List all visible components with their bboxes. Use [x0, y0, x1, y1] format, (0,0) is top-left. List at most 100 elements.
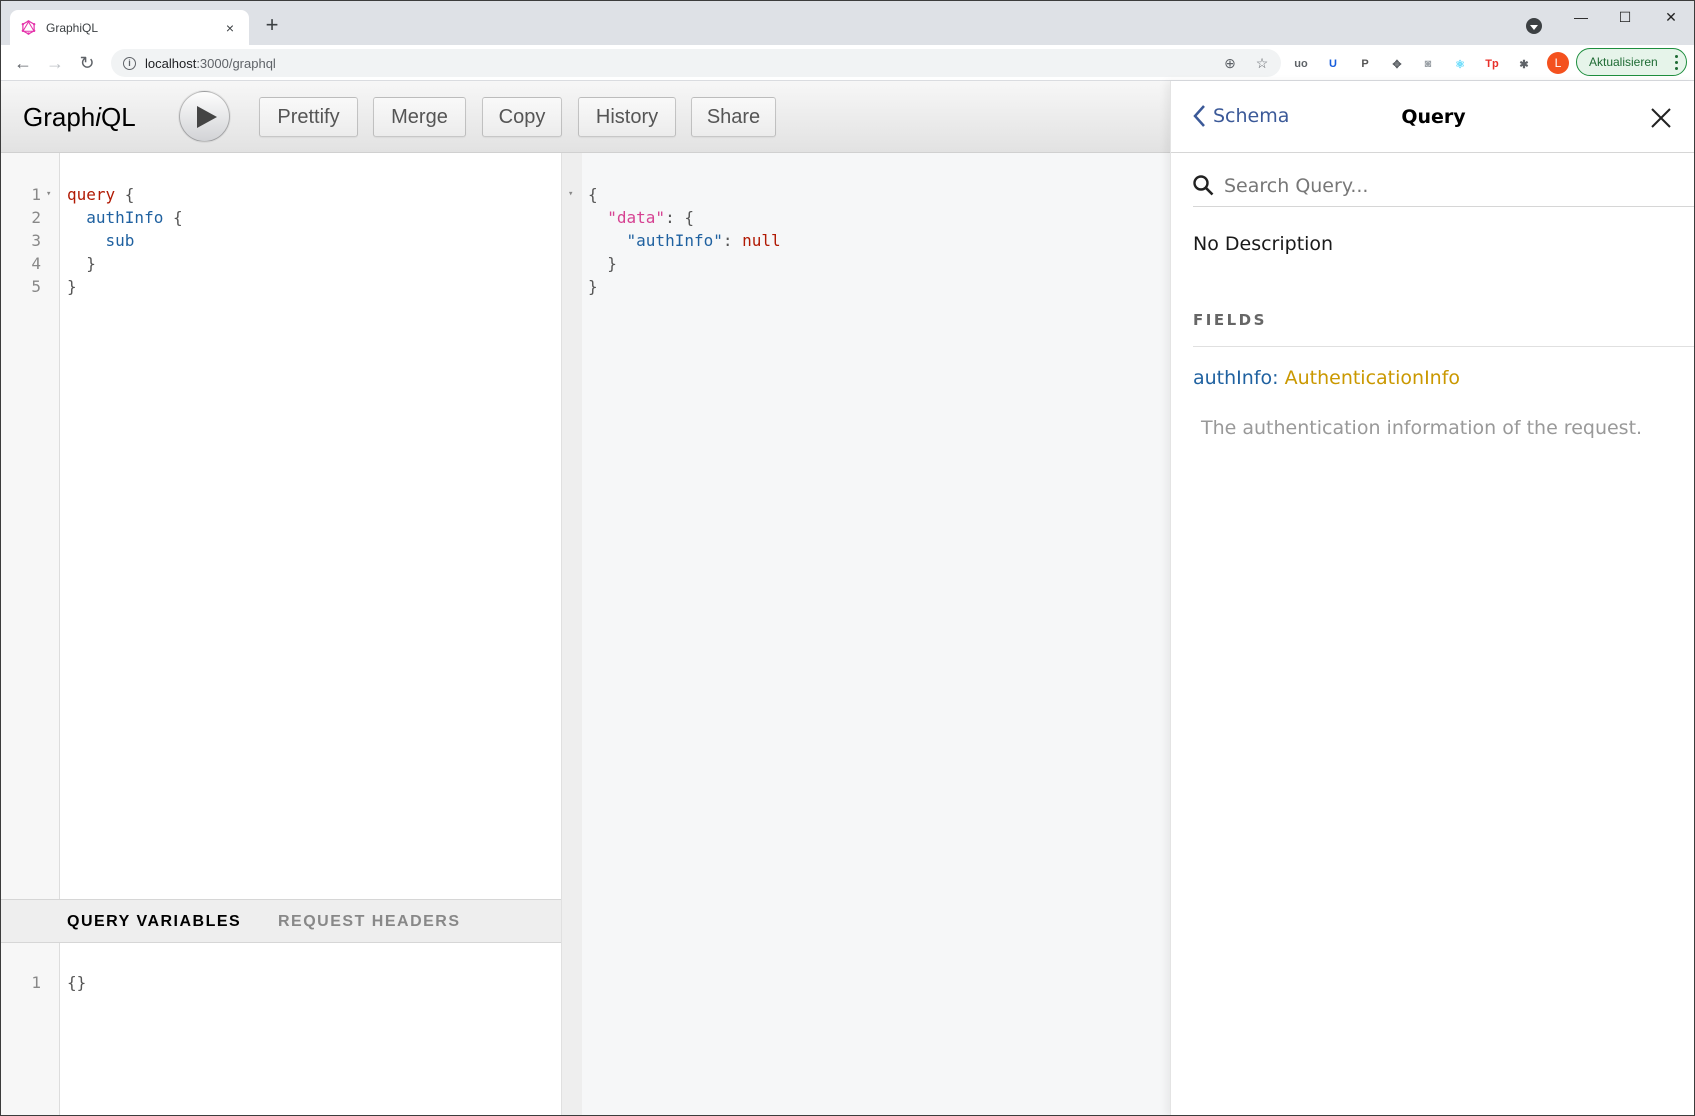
camera-extension-icon[interactable]: ◙: [1419, 55, 1437, 73]
history-button[interactable]: History: [578, 97, 676, 137]
tab-search-icon[interactable]: [1526, 18, 1542, 34]
graphiql-app: GraphiQL Prettify Merge Copy History Sha…: [1, 81, 1694, 1115]
tp-extension-icon[interactable]: Tp: [1483, 55, 1501, 73]
fields-heading: FIELDS: [1193, 311, 1267, 329]
code-token-pun: {}: [67, 973, 87, 992]
code-text: sub: [67, 229, 135, 252]
merge-button[interactable]: Merge: [373, 97, 466, 137]
prettify-button[interactable]: Prettify: [259, 97, 358, 137]
query-editor[interactable]: 1 ▾ query {2 authInfo {3 sub 4 } 5}: [1, 153, 561, 899]
share-button[interactable]: Share: [691, 97, 776, 137]
fields-divider: [1193, 346, 1694, 347]
code-token-pun: }: [588, 277, 598, 296]
code-token-fld: authInfo: [86, 208, 164, 227]
code-token-pun: }: [67, 254, 96, 273]
execute-query-button[interactable]: [179, 91, 230, 142]
minimize-button[interactable]: —: [1561, 5, 1601, 29]
maximize-button[interactable]: ☐: [1605, 5, 1645, 29]
type-description: No Description: [1193, 233, 1334, 255]
line-number: 5: [31, 277, 41, 296]
reload-icon[interactable]: ↻: [75, 51, 99, 75]
update-button[interactable]: Aktualisieren: [1576, 48, 1687, 76]
code-token-pun: [588, 208, 607, 227]
field-description: The authentication information of the re…: [1201, 417, 1643, 439]
docs-close-icon[interactable]: [1650, 107, 1672, 129]
forward-arrow-icon[interactable]: →: [43, 51, 67, 75]
variables-editor-gutter: [1, 943, 60, 1115]
tab-request-headers[interactable]: REQUEST HEADERS: [278, 913, 461, 931]
profile-avatar[interactable]: L: [1547, 52, 1569, 74]
ext-p-extension-icon[interactable]: P: [1356, 55, 1374, 73]
code-token-fld: sub: [105, 231, 135, 250]
address-bar[interactable]: i localhost:3000/graphql ⊕ ☆: [111, 49, 1281, 77]
update-label: Aktualisieren: [1589, 55, 1658, 69]
code-token-pun: [588, 231, 627, 250]
play-icon: [196, 105, 217, 128]
code-token-pun: : {: [665, 208, 694, 227]
graphiql-logo: GraphiQL: [23, 102, 136, 132]
fold-arrow-icon[interactable]: ▾: [568, 183, 573, 206]
docs-search: [1193, 165, 1694, 207]
tab-graphiql[interactable]: GraphiQL ×: [10, 10, 249, 45]
fold-arrow-icon[interactable]: ▾: [46, 183, 51, 206]
code-token-str: "data": [607, 208, 666, 227]
code-text: "authInfo": null: [588, 229, 781, 252]
puzzle-extension-icon[interactable]: ✱: [1515, 55, 1533, 73]
copy-button[interactable]: Copy: [482, 97, 562, 137]
tab-strip: GraphiQL × + — ☐ ✕: [1, 1, 1694, 45]
code-token-pun: }: [588, 254, 617, 273]
code-token-pun: {: [115, 185, 135, 204]
zoom-icon[interactable]: ⊕: [1222, 55, 1238, 71]
line-number: 4: [31, 254, 41, 273]
tab-close-icon[interactable]: ×: [221, 20, 239, 36]
variables-editor[interactable]: 1 {}: [1, 943, 561, 1115]
code-token-pun: }: [67, 277, 77, 296]
code-token-pun: {: [588, 185, 598, 204]
code-token-pun: [67, 208, 86, 227]
result-viewer: ▾ { "data": { "authInfo": null }}: [568, 153, 1170, 1115]
url-text[interactable]: localhost:3000/graphql: [145, 56, 276, 71]
editor-result-divider[interactable]: [561, 153, 582, 1115]
field-separator: :: [1272, 367, 1285, 389]
line-number: 3: [31, 231, 41, 250]
docs-search-input[interactable]: [1224, 174, 1644, 197]
search-icon: [1193, 175, 1214, 196]
code-token-nul: null: [742, 231, 781, 250]
move-extension-icon[interactable]: ✥: [1388, 55, 1406, 73]
tab-query-variables[interactable]: QUERY VARIABLES: [67, 913, 241, 931]
site-info-icon[interactable]: i: [123, 56, 136, 70]
docs-explorer: Schema Query No Description FIELDS authI…: [1170, 81, 1694, 1115]
code-token-kw: query: [67, 185, 116, 204]
browser-toolbar: ← → ↻ i localhost:3000/graphql ⊕ ☆ uo U P ✥…: [1, 45, 1694, 81]
bitwarden-extension-icon[interactable]: U: [1324, 55, 1342, 73]
code-token-key: "authInfo": [626, 231, 723, 250]
bookmark-star-icon[interactable]: ☆: [1254, 55, 1270, 71]
graphiql-topbar: GraphiQL Prettify Merge Copy History Sha…: [1, 81, 1170, 153]
code-text: {: [588, 183, 598, 206]
code-text: }: [67, 275, 77, 298]
code-text: query {: [67, 183, 134, 206]
code-token-pun: [67, 231, 106, 250]
code-text: }: [588, 275, 598, 298]
field-type-link[interactable]: AuthenticationInfo: [1285, 367, 1460, 389]
code-text: {}: [67, 971, 86, 994]
code-text: }: [588, 252, 617, 275]
react-devtools-extension-icon[interactable]: ⚛: [1451, 55, 1469, 73]
field-item: authInfo: AuthenticationInfo: [1193, 367, 1460, 389]
menu-dots-icon[interactable]: [1675, 55, 1678, 70]
line-number: 1: [31, 973, 41, 992]
variables-tab-bar: QUERY VARIABLES REQUEST HEADERS: [1, 899, 561, 943]
code-text: authInfo {: [67, 206, 182, 229]
ublock-extension-icon[interactable]: uo: [1292, 55, 1310, 73]
window-close-button[interactable]: ✕: [1651, 5, 1691, 29]
code-text: "data": {: [588, 206, 694, 229]
field-name-link[interactable]: authInfo: [1193, 367, 1272, 389]
code-token-pun: :: [722, 231, 743, 250]
code-text: }: [67, 252, 96, 275]
back-arrow-icon[interactable]: ←: [11, 51, 35, 75]
docs-title: Query: [1401, 106, 1466, 128]
line-number: 2: [31, 208, 41, 227]
docs-header: Schema Query: [1171, 81, 1694, 153]
graphql-logo-icon: [20, 20, 36, 36]
new-tab-button[interactable]: +: [259, 13, 285, 39]
